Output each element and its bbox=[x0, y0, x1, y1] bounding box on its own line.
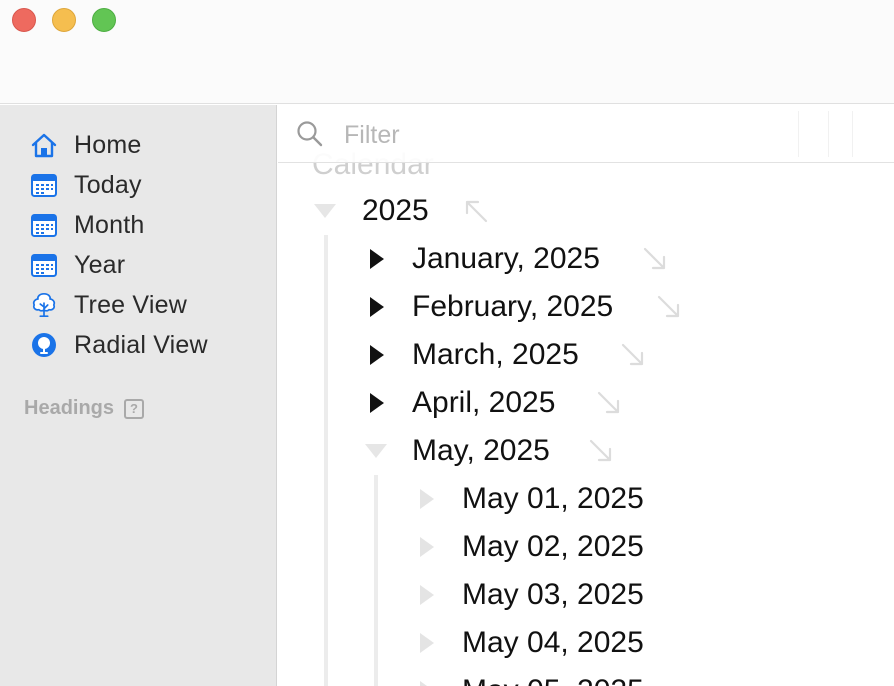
headings-section-label: Headings ? bbox=[24, 397, 145, 420]
filter-input[interactable] bbox=[344, 117, 784, 153]
tree-row-label: February, 2025 bbox=[412, 290, 614, 323]
calendar-icon bbox=[30, 251, 58, 279]
toolbar-divider bbox=[798, 111, 799, 157]
toolbar-divider bbox=[828, 111, 829, 157]
disclosure-collapsed-icon[interactable] bbox=[420, 681, 434, 686]
tree-guide-line bbox=[324, 235, 328, 686]
tree-row-month[interactable]: April, 2025 bbox=[412, 383, 555, 423]
toolbar-divider bbox=[852, 111, 853, 157]
sidebar-item-label: Home bbox=[74, 130, 142, 159]
headings-label: Headings bbox=[24, 397, 115, 419]
tree-row-day[interactable]: May 03, 2025 bbox=[462, 575, 644, 615]
disclosure-collapsed-icon[interactable] bbox=[370, 393, 384, 413]
sidebar-item-label: Month bbox=[74, 210, 145, 239]
sidebar: Home Today Month Year Tree View Radial V… bbox=[0, 105, 277, 686]
tree-row-month[interactable]: March, 2025 bbox=[412, 335, 579, 375]
tree-row-day[interactable]: May 01, 2025 bbox=[462, 479, 644, 519]
tree-row-month[interactable]: May, 2025 bbox=[412, 431, 550, 471]
disclosure-collapsed-icon[interactable] bbox=[370, 345, 384, 365]
tree-row-day[interactable]: May 05, 2025 bbox=[462, 671, 644, 686]
tree-row-day[interactable]: May 02, 2025 bbox=[462, 527, 644, 567]
tree-row-day[interactable]: May 04, 2025 bbox=[462, 623, 644, 663]
tree-row-label: January, 2025 bbox=[412, 242, 600, 275]
app-window: Home Today Month Year Tree View Radial V… bbox=[0, 0, 894, 686]
calendar-icon bbox=[30, 171, 58, 199]
tree-outline: Calendar 2025 January, 2025 February, 20… bbox=[278, 105, 894, 686]
sidebar-item-label: Year bbox=[74, 250, 126, 279]
disclosure-expanded-icon[interactable] bbox=[365, 444, 387, 458]
tree-row-label: March, 2025 bbox=[412, 338, 579, 371]
sidebar-item-radial-view[interactable]: Radial View bbox=[30, 327, 260, 363]
tree-icon bbox=[30, 291, 58, 319]
minimize-window-button[interactable] bbox=[52, 8, 76, 32]
title-bar bbox=[0, 0, 894, 104]
disclosure-collapsed-icon[interactable] bbox=[420, 633, 434, 653]
sidebar-item-label: Radial View bbox=[74, 330, 208, 359]
tree-row-month[interactable]: February, 2025 bbox=[412, 287, 613, 327]
disclosure-collapsed-icon[interactable] bbox=[370, 249, 384, 269]
tree-row-label: May 02, 2025 bbox=[462, 530, 644, 563]
sidebar-item-year[interactable]: Year bbox=[30, 247, 260, 283]
expand-arrow-icon[interactable] bbox=[588, 438, 614, 464]
maximize-window-button[interactable] bbox=[92, 8, 116, 32]
expand-arrow-icon[interactable] bbox=[596, 390, 622, 416]
tree-row-label: May 05, 2025 bbox=[462, 674, 644, 686]
tree-guide-line bbox=[374, 475, 378, 686]
tree-row-label: May 01, 2025 bbox=[462, 482, 644, 515]
disclosure-collapsed-icon[interactable] bbox=[420, 489, 434, 509]
close-window-button[interactable] bbox=[12, 8, 36, 32]
disclosure-collapsed-icon[interactable] bbox=[420, 537, 434, 557]
radial-tree-icon bbox=[30, 331, 58, 359]
tree-row-label: May 04, 2025 bbox=[462, 626, 644, 659]
disclosure-collapsed-icon[interactable] bbox=[420, 585, 434, 605]
sidebar-item-month[interactable]: Month bbox=[30, 207, 260, 243]
sidebar-item-today[interactable]: Today bbox=[30, 167, 260, 203]
expand-arrow-icon[interactable] bbox=[656, 294, 682, 320]
calendar-icon bbox=[30, 211, 58, 239]
tree-row-label: May, 2025 bbox=[412, 434, 550, 467]
expand-arrow-icon[interactable] bbox=[620, 342, 646, 368]
sidebar-item-label: Today bbox=[74, 170, 142, 199]
tree-row-label: May 03, 2025 bbox=[462, 578, 644, 611]
tree-row-year[interactable]: 2025 bbox=[362, 191, 429, 231]
sidebar-item-tree-view[interactable]: Tree View bbox=[30, 287, 260, 323]
house-icon bbox=[30, 131, 58, 159]
disclosure-collapsed-icon[interactable] bbox=[370, 297, 384, 317]
disclosure-expanded-icon[interactable] bbox=[314, 204, 336, 218]
tree-row-month[interactable]: January, 2025 bbox=[412, 239, 600, 279]
search-icon bbox=[297, 121, 323, 147]
expand-arrow-icon[interactable] bbox=[642, 246, 668, 272]
collapse-arrow-icon[interactable] bbox=[462, 197, 490, 225]
sidebar-item-label: Tree View bbox=[74, 290, 187, 319]
help-icon[interactable]: ? bbox=[124, 398, 145, 419]
tree-row-label: 2025 bbox=[362, 194, 429, 227]
tree-row-label: April, 2025 bbox=[412, 386, 556, 419]
sidebar-item-home[interactable]: Home bbox=[30, 127, 260, 163]
filter-bar bbox=[278, 105, 894, 163]
